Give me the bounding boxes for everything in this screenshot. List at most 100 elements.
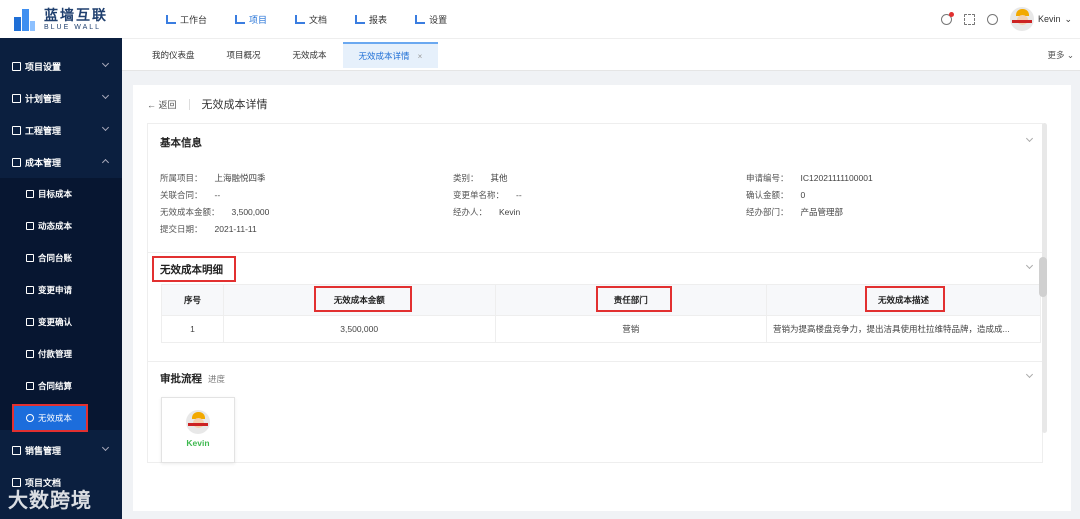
chevron-down-icon: ⌄	[1064, 13, 1072, 24]
sidebar-item-engineering[interactable]: 工程管理	[0, 114, 122, 146]
scrollbar-thumb[interactable]	[1039, 257, 1047, 297]
sidebar-item-contract-ledger[interactable]: 合同台账	[0, 242, 122, 274]
chevron-down-icon[interactable]	[1025, 134, 1034, 143]
top-nav-document[interactable]: 文档	[281, 0, 341, 38]
notification-dot	[948, 11, 954, 17]
tab-invalid-cost-detail[interactable]: 无效成本详情 ×	[342, 42, 439, 68]
cost-icon	[12, 157, 21, 167]
top-nav-report[interactable]: 报表	[341, 0, 401, 38]
invalid-cost-icon	[26, 414, 34, 422]
chevron-down-icon	[101, 443, 110, 452]
project-icon	[235, 14, 246, 24]
cell-dept: 营销	[494, 315, 768, 343]
back-button[interactable]: ← 返回	[147, 98, 177, 111]
avatar	[1009, 7, 1034, 31]
sidebar-item-settlement[interactable]: 合同结算	[0, 370, 122, 402]
top-nav-project[interactable]: 项目	[221, 0, 281, 38]
field-apply-no: 申请编号： IC12021111100001	[746, 173, 873, 183]
tab-dashboard[interactable]: 我的仪表盘	[136, 42, 211, 68]
approver-name: Kevin	[186, 438, 210, 448]
top-bar: 工作台 项目 文档 报表 设置 Kevin ⌄	[122, 0, 1080, 38]
highlight-box	[865, 286, 945, 312]
top-right-tools: Kevin ⌄	[940, 0, 1072, 38]
cell-amount: 3,500,000	[222, 315, 496, 343]
plan-icon	[12, 93, 21, 103]
chevron-down-icon[interactable]	[1025, 261, 1034, 270]
sidebar: 蓝墙互联 BLUE WALL 项目设置 计划管理 工程管理 成本管理 目标成本 …	[0, 0, 122, 519]
settlement-icon	[26, 382, 34, 390]
document-icon	[295, 14, 306, 24]
brand-name-cn: 蓝墙互联	[44, 6, 108, 23]
user-menu[interactable]: Kevin ⌄	[1009, 7, 1072, 31]
folder-icon	[12, 61, 21, 71]
detail-card: 基本信息 所属项目： 上海融悦四季 类别： 其他 申请编号： IC1202111110…	[147, 123, 1043, 463]
field-project: 所属项目： 上海融悦四季	[160, 173, 266, 183]
field-change-name: 变更单名称： --	[453, 190, 522, 200]
basic-info-title: 基本信息	[160, 137, 202, 149]
payment-icon	[26, 350, 34, 358]
cell-no: 1	[161, 315, 224, 343]
sidebar-item-change-confirm[interactable]: 变更确认	[0, 306, 122, 338]
sidebar-item-dynamic-cost[interactable]: 动态成本	[0, 210, 122, 242]
table-row[interactable]: 1 3,500,000 营销 营销为提高楼盘竞争力，提出洁具使用杜拉维特品牌，造…	[161, 315, 1041, 343]
chevron-up-icon	[101, 158, 110, 167]
cell-desc: 营销为提高楼盘竞争力，提出洁具使用杜拉维特品牌，造成成...	[766, 315, 1041, 343]
sidebar-item-invalid-cost[interactable]: 无效成本	[12, 404, 88, 432]
column-header-no: 序号	[161, 284, 224, 316]
report-icon	[355, 14, 366, 24]
sidebar-item-target-cost[interactable]: 目标成本	[0, 178, 122, 210]
close-icon[interactable]: ×	[418, 52, 423, 61]
chevron-down-icon: ⌄	[1066, 50, 1074, 60]
cost-submenu: 目标成本 动态成本 合同台账 变更申请 变更确认 付款管理 合同结算 无效成本	[0, 178, 122, 432]
brand-logo[interactable]: 蓝墙互联 BLUE WALL	[0, 0, 122, 38]
sales-icon	[12, 445, 21, 455]
approval-section-title: 审批流程 进度	[160, 373, 226, 385]
fullscreen-icon[interactable]	[963, 13, 975, 25]
logo-icon	[14, 7, 36, 31]
main-panel: ← 返回 无效成本详情 基本信息 所属项目： 上海融悦四季 类别： 其他 申请编号：…	[133, 85, 1071, 511]
watermark: 大数跨境	[8, 488, 92, 512]
approver-card[interactable]: Kevin	[161, 397, 235, 463]
refresh-icon[interactable]	[986, 13, 998, 25]
user-name: Kevin	[1037, 14, 1061, 24]
field-handler: 经办人： Kevin	[453, 207, 521, 217]
field-amount: 无效成本金额： 3,500,000	[160, 207, 270, 217]
approval-progress-link[interactable]: 进度	[208, 374, 225, 384]
sidebar-item-change-request[interactable]: 变更申请	[0, 274, 122, 306]
tab-project-overview[interactable]: 项目概况	[211, 42, 277, 68]
request-icon	[26, 286, 34, 294]
chevron-down-icon	[101, 123, 110, 132]
confirm-icon	[26, 318, 34, 326]
page-title: 无效成本详情	[201, 99, 268, 111]
more-tabs-button[interactable]: 更多 ⌄	[1047, 49, 1074, 61]
highlight-box	[314, 286, 412, 312]
chevron-down-icon	[101, 59, 110, 68]
bar-chart-icon	[26, 222, 34, 230]
tab-invalid-cost[interactable]: 无效成本	[277, 42, 343, 68]
target-icon	[26, 190, 34, 198]
page-tabs: 我的仪表盘 项目概况 无效成本 无效成本详情 × 更多 ⌄	[122, 38, 1080, 71]
top-nav: 工作台 项目 文档 报表 设置	[152, 0, 461, 38]
sidebar-item-payment[interactable]: 付款管理	[0, 338, 122, 370]
chevron-down-icon[interactable]	[1025, 370, 1034, 379]
page-header: ← 返回 无效成本详情	[147, 96, 268, 112]
highlight-box	[596, 286, 672, 312]
notification-icon[interactable]	[940, 11, 954, 25]
settings-icon	[415, 14, 426, 24]
sidebar-item-plan[interactable]: 计划管理	[0, 82, 122, 114]
field-date: 提交日期： 2021-11-11	[160, 224, 257, 234]
sidebar-item-sales[interactable]: 销售管理	[0, 434, 122, 466]
field-category: 类别： 其他	[453, 173, 508, 183]
sidebar-item-project-settings[interactable]: 项目设置	[0, 50, 122, 82]
avatar	[186, 410, 210, 434]
top-nav-settings[interactable]: 设置	[401, 0, 461, 38]
ledger-icon	[26, 254, 34, 262]
chevron-down-icon	[101, 91, 110, 100]
highlight-box	[152, 256, 236, 282]
sidebar-item-cost[interactable]: 成本管理	[0, 146, 122, 178]
field-confirm-amount: 确认金额： 0	[746, 190, 806, 200]
field-contract: 关联合同： --	[160, 190, 221, 200]
brand-name-en: BLUE WALL	[44, 23, 102, 31]
sidebar-nav: 项目设置 计划管理 工程管理 成本管理 目标成本 动态成本 合同台账 变更申请 …	[0, 38, 122, 498]
top-nav-workbench[interactable]: 工作台	[152, 0, 221, 38]
